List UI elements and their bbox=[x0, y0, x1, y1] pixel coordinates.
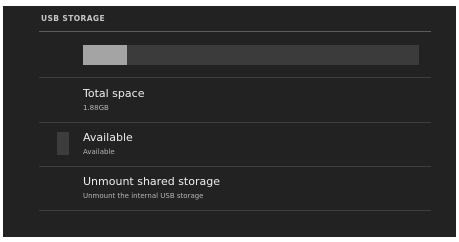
section-header: USB STORAGE bbox=[41, 14, 105, 23]
available-color-swatch bbox=[57, 132, 69, 155]
storage-usage-bar bbox=[83, 45, 419, 65]
available-value: Available bbox=[83, 148, 115, 156]
unmount-storage-summary: Unmount the internal USB storage bbox=[83, 192, 204, 200]
total-space-title: Total space bbox=[83, 87, 145, 100]
total-space-value: 1.88GB bbox=[83, 104, 109, 112]
storage-usage-fill bbox=[83, 45, 127, 65]
available-title: Available bbox=[83, 131, 133, 144]
section-divider bbox=[39, 31, 431, 32]
available-row[interactable]: Available Available bbox=[39, 123, 431, 166]
settings-screen: USB STORAGE Total space 1.88GB Available… bbox=[3, 6, 456, 237]
row-divider bbox=[39, 210, 431, 211]
unmount-storage-row[interactable]: Unmount shared storage Unmount the inter… bbox=[39, 167, 431, 210]
unmount-storage-title: Unmount shared storage bbox=[83, 175, 220, 188]
total-space-row[interactable]: Total space 1.88GB bbox=[39, 78, 431, 122]
